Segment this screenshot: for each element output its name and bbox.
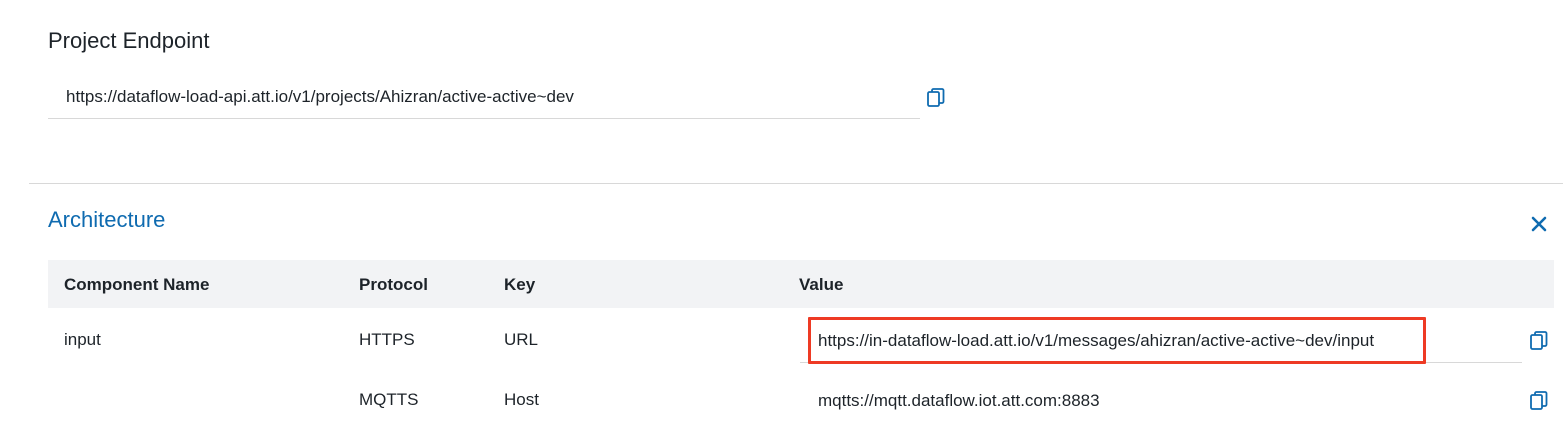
copy-icon[interactable] <box>1530 331 1548 351</box>
project-endpoint-title: Project Endpoint <box>48 28 210 53</box>
column-header-key: Key <box>504 275 536 294</box>
section-divider <box>29 183 1563 184</box>
value-field-host[interactable]: mqtts://mqtt.dataflow.iot.att.com:8883 <box>818 391 1100 411</box>
column-header-value: Value <box>799 275 844 294</box>
copy-icon[interactable] <box>927 88 945 108</box>
highlight-box <box>808 317 1426 364</box>
component-name-cell: input <box>64 330 101 349</box>
project-endpoint-field[interactable]: https://dataflow-load-api.att.io/v1/proj… <box>48 78 920 119</box>
protocol-cell: MQTTS <box>359 390 419 409</box>
close-icon[interactable] <box>1530 215 1548 233</box>
key-cell: URL <box>504 330 539 349</box>
column-header-component-name: Component Name <box>64 275 210 294</box>
architecture-title: Architecture <box>48 207 166 232</box>
column-header-protocol: Protocol <box>359 275 428 294</box>
copy-icon[interactable] <box>1530 391 1548 411</box>
protocol-cell: HTTPS <box>359 330 415 349</box>
architecture-table-header: Component Name Protocol Key Value <box>48 260 1554 308</box>
key-cell: Host <box>504 390 539 409</box>
project-endpoint-url: https://dataflow-load-api.att.io/v1/proj… <box>66 87 574 106</box>
